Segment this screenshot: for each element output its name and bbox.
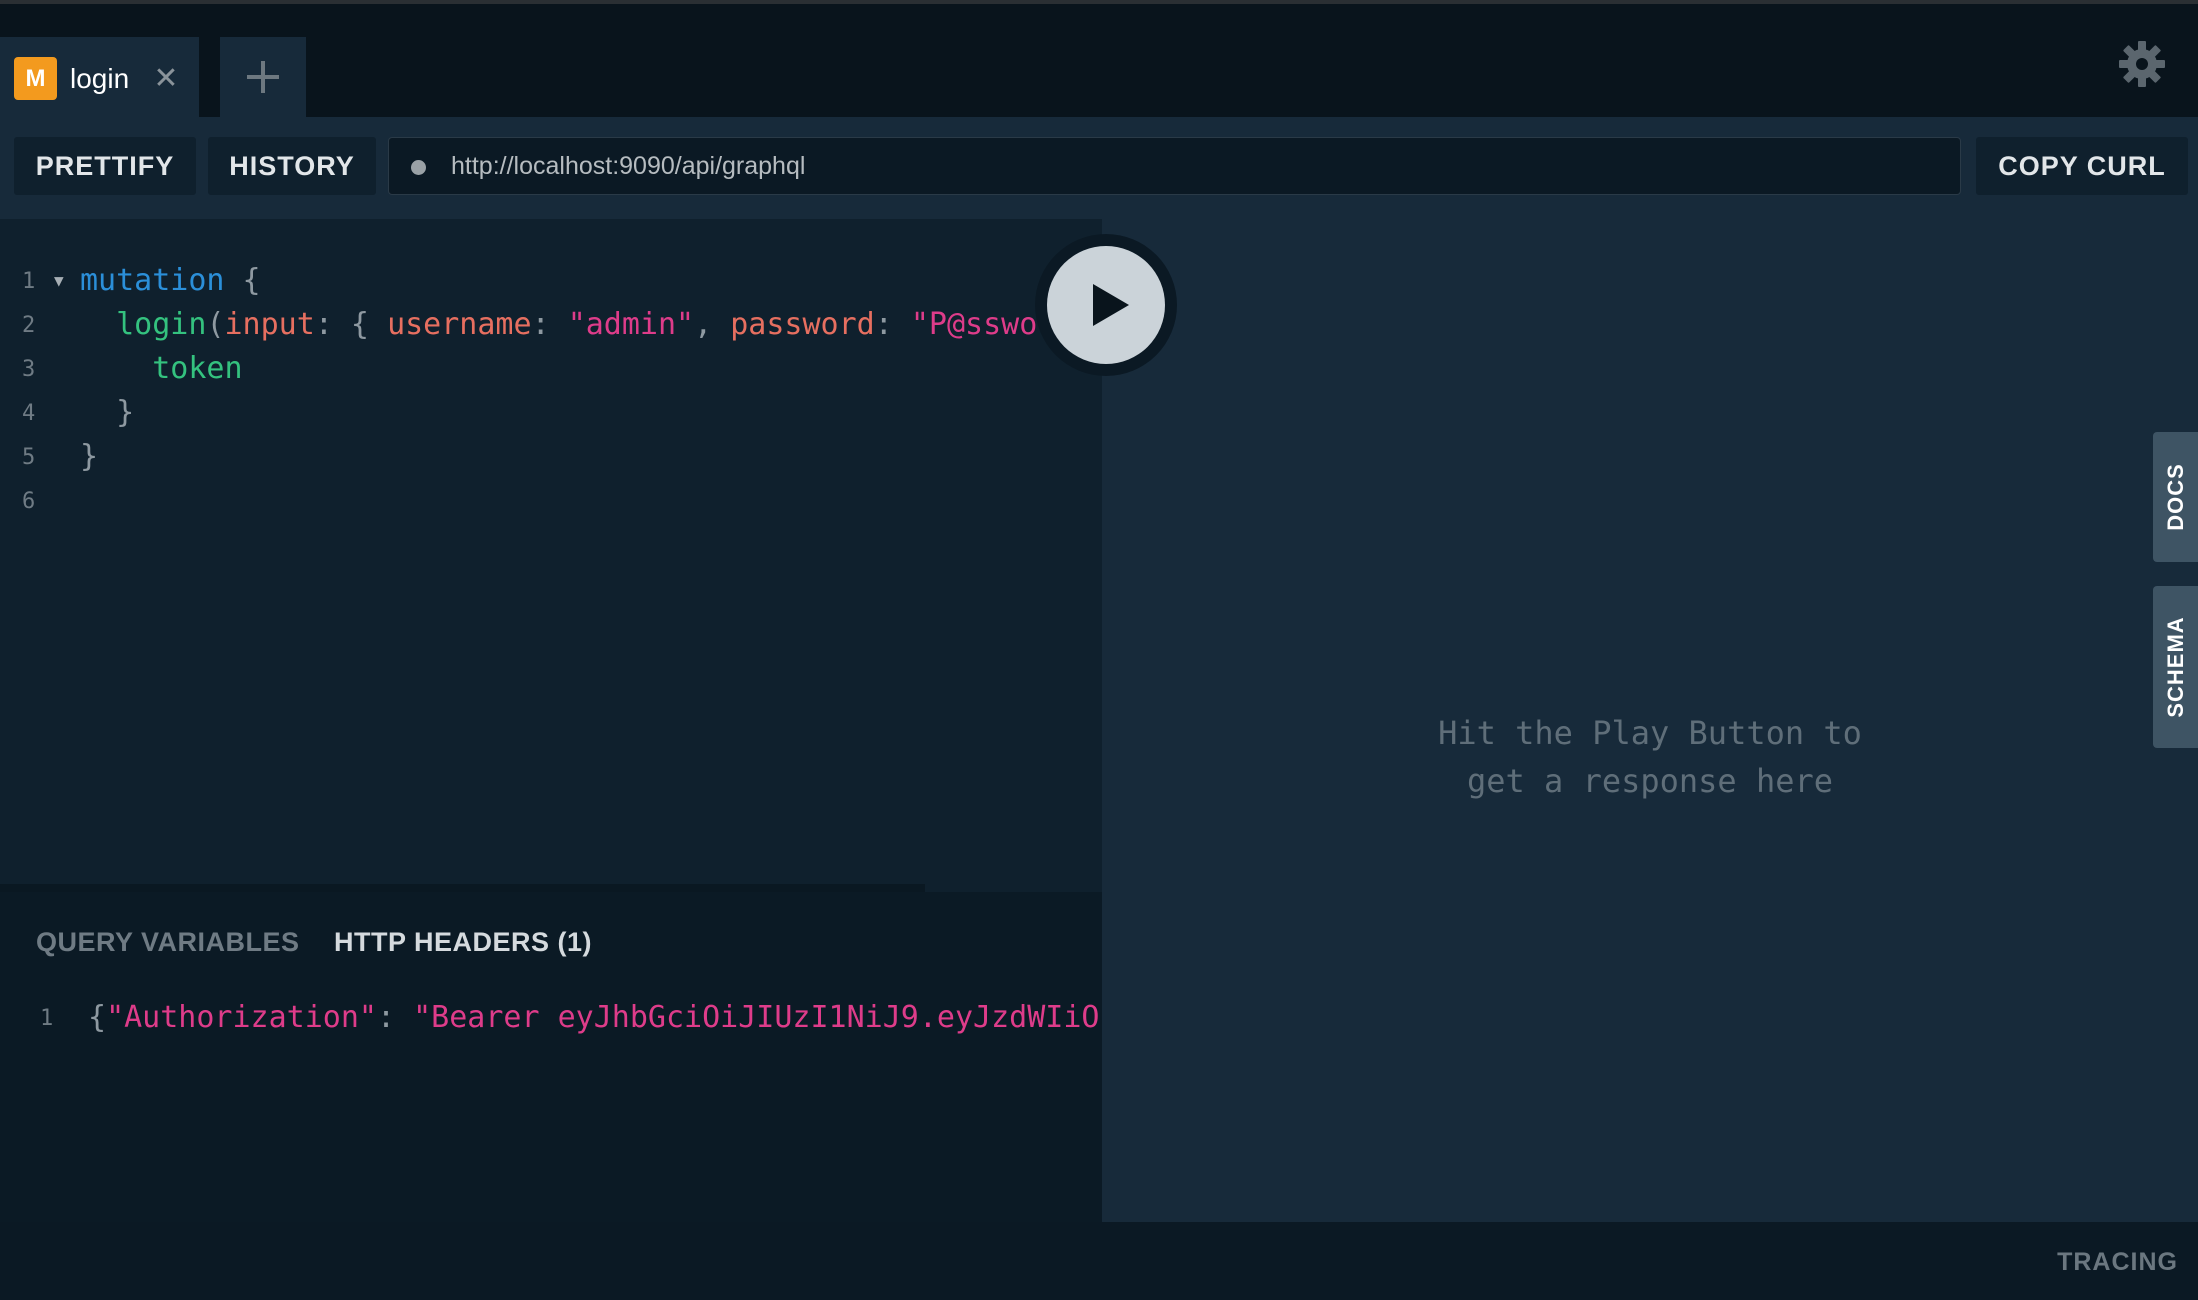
endpoint-url-text: http://localhost:9090/api/graphql: [451, 152, 806, 180]
schema-tab-label: SCHEMA: [2162, 616, 2188, 718]
variables-panel: QUERY VARIABLES HTTP HEADERS (1) 1 {"Aut…: [0, 892, 1118, 1222]
tab-bar: M login ✕: [0, 4, 2198, 117]
copy-curl-button[interactable]: COPY CURL: [1976, 137, 2188, 195]
code-line: 6: [0, 489, 1102, 533]
punctuation-token: }: [80, 395, 135, 430]
punctuation-token: }: [80, 439, 99, 474]
close-icon[interactable]: ✕: [148, 57, 184, 100]
history-button[interactable]: HISTORY: [208, 137, 376, 195]
punctuation-token: (: [206, 307, 225, 342]
headers-editor[interactable]: 1 {"Authorization": "Bearer eyJhbGciOiJI…: [0, 1000, 1118, 1044]
punctuation-token: : {: [314, 307, 388, 342]
punctuation-token: {: [88, 1000, 107, 1035]
tracing-button[interactable]: TRACING: [2057, 1248, 2178, 1277]
argument-token: input: [224, 307, 315, 342]
bottom-bar: TRACING: [0, 1222, 2198, 1300]
punctuation-token: ,: [694, 307, 731, 342]
add-tab-button[interactable]: [220, 37, 306, 117]
line-number: 1: [40, 1006, 54, 1031]
query-editor[interactable]: 1 ▼ mutation { 2 login(input: { username…: [0, 219, 1102, 884]
header-key-token: "Authorization": [106, 1000, 377, 1035]
results-panel: Hit the Play Button to get a response he…: [1102, 219, 2198, 1222]
string-token: "admin": [567, 307, 695, 342]
line-number: 3: [22, 357, 36, 382]
connection-status-icon: [411, 160, 426, 175]
toolbar: PRETTIFY HISTORY http://localhost:9090/a…: [0, 117, 2198, 219]
docs-tab[interactable]: DOCS: [2153, 432, 2198, 562]
chevron-down-icon[interactable]: ▼: [54, 271, 64, 290]
prettify-button[interactable]: PRETTIFY: [14, 137, 196, 195]
schema-tab[interactable]: SCHEMA: [2153, 586, 2198, 748]
code-line: 3 token: [0, 351, 1102, 401]
header-value-token: "Bearer eyJhbGciOiJIUzI1NiJ9.eyJzdWIiOi: [413, 1000, 1118, 1035]
argument-token: password: [730, 307, 875, 342]
field-token: token: [80, 351, 243, 386]
hint-line: Hit the Play Button to: [1438, 714, 1862, 752]
tab-label: login: [70, 63, 130, 94]
hint-line: get a response here: [1466, 762, 1834, 800]
argument-token: username: [387, 307, 532, 342]
punctuation-token: :: [874, 307, 911, 342]
string-token: "P@sswor: [910, 307, 1056, 342]
line-number: 5: [22, 445, 36, 470]
gear-icon: [2119, 41, 2165, 87]
run-button[interactable]: [1047, 246, 1165, 364]
code-line: 4 }: [0, 395, 1102, 445]
docs-tab-label: DOCS: [2162, 463, 2188, 531]
tab-login[interactable]: M login ✕: [0, 37, 199, 117]
keyword-token: mutation: [80, 263, 225, 298]
endpoint-url-input[interactable]: http://localhost:9090/api/graphql: [388, 137, 1961, 195]
punctuation-token: :: [531, 307, 568, 342]
mutation-badge: M: [14, 57, 57, 100]
line-number: 1: [22, 269, 36, 294]
line-number: 2: [22, 313, 36, 338]
plus-icon: [247, 61, 279, 93]
panel-resize-handle[interactable]: [0, 884, 925, 892]
tab-http-headers[interactable]: HTTP HEADERS (1): [334, 922, 592, 962]
punctuation-token: {: [224, 263, 261, 298]
field-token: login: [80, 307, 207, 342]
empty-results-hint: Hit the Play Button to get a response he…: [1102, 709, 2198, 805]
code-line: 5 }: [0, 439, 1102, 489]
settings-button[interactable]: [2117, 39, 2167, 89]
tab-query-variables[interactable]: QUERY VARIABLES: [36, 922, 300, 962]
line-number: 4: [22, 401, 36, 426]
punctuation-token: :: [377, 1000, 414, 1035]
play-icon: [1093, 284, 1129, 326]
line-number: 6: [22, 489, 36, 514]
